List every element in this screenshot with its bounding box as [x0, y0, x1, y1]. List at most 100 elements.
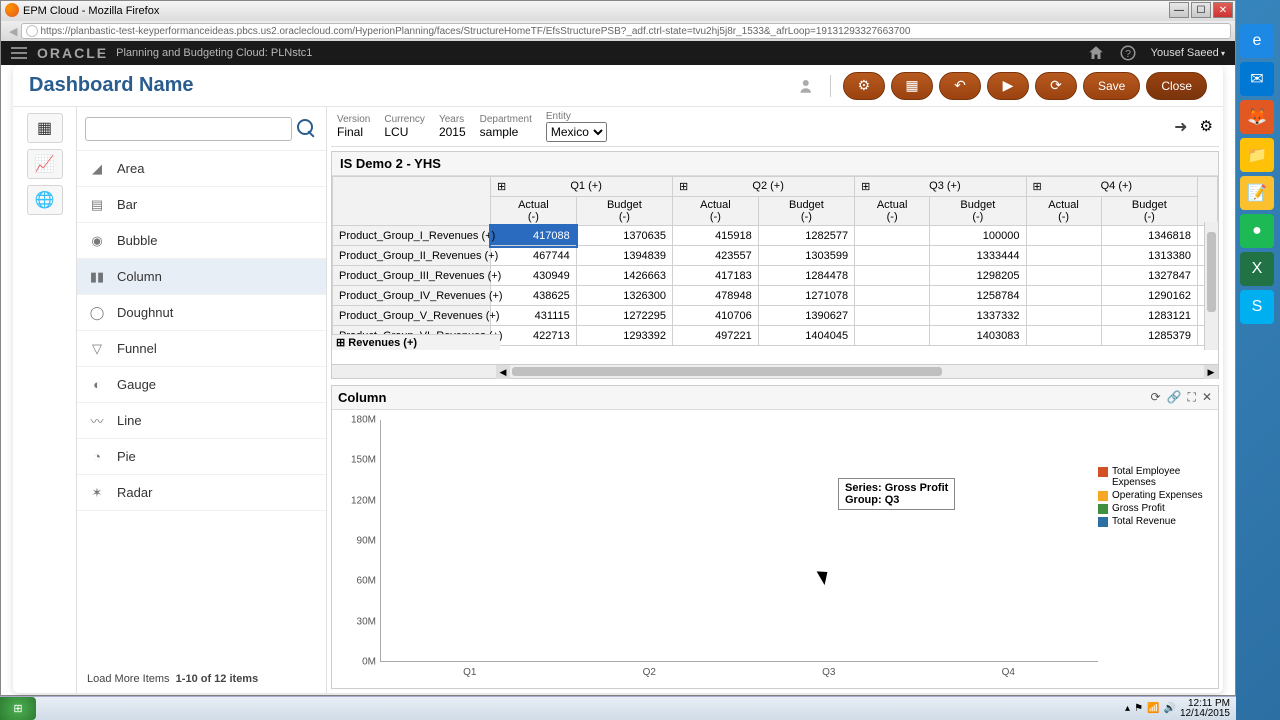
legend-item[interactable]: Total Employee Expenses [1098, 466, 1208, 488]
rail-app-icon[interactable]: X [1240, 252, 1274, 286]
refresh-button[interactable]: ⟳ [1035, 72, 1077, 100]
chart-title: Column [338, 390, 386, 405]
rail-app-icon[interactable]: ● [1240, 214, 1274, 248]
windows-side-rail: e ✉ 🦊 📁 📝 ● XS [1240, 24, 1278, 324]
palette-search-input[interactable] [85, 117, 292, 141]
nav-chart-icon[interactable]: 📈 [27, 149, 63, 179]
nav-globe-icon[interactable]: 🌐 [27, 185, 63, 215]
palette-item-area[interactable]: ◢Area [77, 151, 326, 187]
tray-volume-icon[interactable]: 🔊 [1163, 703, 1175, 714]
rail-app-icon[interactable]: 🦊 [1240, 100, 1274, 134]
close-button[interactable]: Close [1146, 72, 1207, 100]
table-row[interactable]: Product_Group_IV_Revenues (+)43862513263… [333, 286, 1218, 306]
pov-department[interactable]: sample [480, 125, 532, 139]
help-icon[interactable]: ? [1119, 44, 1137, 62]
undo-button[interactable]: ↶ [939, 72, 981, 100]
clock[interactable]: 12:11 PM12/14/2015 [1180, 699, 1230, 719]
palette-item-line[interactable]: 〰Line [77, 403, 326, 439]
nav-dashboard-icon[interactable]: ▦ [27, 113, 63, 143]
vertical-scrollbar[interactable] [1204, 222, 1218, 350]
y-tick: 30M [357, 616, 376, 627]
table-row[interactable]: Product_Group_V_Revenues (+)431115127229… [333, 306, 1218, 326]
palette-item-gauge[interactable]: ◐Gauge [77, 367, 326, 403]
table-row[interactable]: Product_Group_III_Revenues (+)4309491426… [333, 266, 1218, 286]
save-button[interactable]: Save [1083, 72, 1140, 100]
run-button[interactable]: ▶ [987, 72, 1029, 100]
chart-refresh-icon[interactable]: ⟳ [1151, 390, 1161, 405]
palette-item-radar[interactable]: ✶Radar [77, 475, 326, 511]
search-icon[interactable] [296, 118, 318, 140]
tray-chevron-icon[interactable]: ▴ [1125, 703, 1130, 714]
palette-item-bar[interactable]: ▤Bar [77, 187, 326, 223]
pov-years[interactable]: 2015 [439, 125, 466, 139]
left-nav: ▦ 📈 🌐 [13, 107, 77, 693]
window-close-button[interactable]: ✕ [1213, 2, 1233, 18]
nav-back-icon[interactable]: ◀ [9, 25, 17, 38]
rail-app-icon[interactable]: 📝 [1240, 176, 1274, 210]
pov-go-icon[interactable]: ➜ [1174, 117, 1187, 137]
start-button[interactable]: ⊞ [0, 697, 36, 720]
chart-panel: Column ⟳ 🔗 ⛶ ✕ 0M30M60M90M120M150M180M [331, 385, 1219, 689]
rail-app-icon[interactable]: e [1240, 24, 1274, 58]
palette-item-pie[interactable]: ◔Pie [77, 439, 326, 475]
pie-chart-icon: ◔ [87, 447, 107, 467]
gauge-chart-icon: ◐ [87, 375, 107, 395]
home-icon[interactable] [1087, 44, 1105, 62]
url-field[interactable]: https://planbastic-test-keyperformanceid… [21, 23, 1231, 39]
palette-item-bubble[interactable]: ◉Bubble [77, 223, 326, 259]
maximize-button[interactable]: ☐ [1191, 2, 1211, 18]
table-row[interactable]: Product_Group_I_Revenues (+)417088137063… [333, 226, 1218, 246]
column-chart-icon: ▮▮ [87, 267, 107, 287]
x-label: Q4 [943, 667, 1073, 678]
firefox-titlebar: EPM Cloud - Mozilla Firefox — ☐ ✕ [1, 1, 1235, 21]
rail-app-icon[interactable]: 📁 [1240, 138, 1274, 172]
firefox-icon [5, 3, 19, 17]
pov-currency[interactable]: LCU [384, 125, 425, 139]
y-tick: 180M [351, 415, 376, 426]
y-tick: 0M [362, 657, 376, 668]
y-tick: 120M [351, 495, 376, 506]
svg-text:?: ? [1125, 48, 1131, 60]
x-label: Q3 [764, 667, 894, 678]
tray-flag-icon[interactable]: ⚑ [1134, 703, 1143, 714]
address-bar: ◀ https://planbastic-test-keyperformance… [1, 21, 1235, 41]
chart-close-icon[interactable]: ✕ [1202, 390, 1212, 405]
table-row[interactable]: Product_Group_II_Revenues (+)46774413948… [333, 246, 1218, 266]
grid-button[interactable]: ▦ [891, 72, 933, 100]
rail-app-icon[interactable]: S [1240, 290, 1274, 324]
user-menu[interactable]: Yousef Saeed [1151, 47, 1225, 59]
grid-title: IS Demo 2 - YHS [332, 152, 1218, 176]
palette-item-doughnut[interactable]: ◯Doughnut [77, 295, 326, 331]
palette-item-column[interactable]: ▮▮Column [77, 259, 326, 295]
user-role-icon[interactable] [796, 74, 820, 98]
legend-item[interactable]: Total Revenue [1098, 516, 1208, 527]
chart-legend: Total Employee Expenses Operating Expense… [1098, 416, 1212, 682]
load-more[interactable]: Load More Items 1-10 of 12 items [77, 665, 326, 693]
pov-entity-select[interactable]: Mexico [546, 122, 607, 142]
pov-settings-icon[interactable]: ⚙ [1200, 117, 1213, 137]
area-chart-icon: ◢ [87, 159, 107, 179]
chart-link-icon[interactable]: 🔗 [1167, 390, 1182, 405]
y-tick: 150M [351, 455, 376, 466]
legend-item[interactable]: Gross Profit [1098, 503, 1208, 514]
horizontal-scrollbar[interactable]: ◀ ▶ [332, 364, 1218, 378]
pov-version[interactable]: Final [337, 125, 370, 139]
hamburger-icon[interactable] [11, 47, 27, 59]
settings-button[interactable]: ⚙ [843, 72, 885, 100]
legend-item[interactable]: Operating Expenses [1098, 490, 1208, 501]
minimize-button[interactable]: — [1169, 2, 1189, 18]
chart-tooltip: Series: Gross ProfitGroup: Q3 [838, 478, 955, 510]
chart-maximize-icon[interactable]: ⛶ [1188, 390, 1196, 405]
tray-network-icon[interactable]: 📶 [1147, 703, 1159, 714]
revenues-row[interactable]: ⊞ Revenues (+) [332, 334, 500, 350]
funnel-chart-icon: ▽ [87, 339, 107, 359]
line-chart-icon: 〰 [87, 411, 107, 431]
x-label: Q1 [405, 667, 535, 678]
oracle-banner: ORACLE Planning and Budgeting Cloud: PLN… [1, 41, 1235, 65]
rail-app-icon[interactable]: ✉ [1240, 62, 1274, 96]
app-name: Planning and Budgeting Cloud: PLNstc1 [116, 47, 312, 59]
windows-taskbar: ⊞ ▴ ⚑ 📶 🔊 12:11 PM12/14/2015 [0, 696, 1236, 720]
bar-chart-icon: ▤ [87, 195, 107, 215]
y-tick: 60M [357, 576, 376, 587]
palette-item-funnel[interactable]: ▽Funnel [77, 331, 326, 367]
